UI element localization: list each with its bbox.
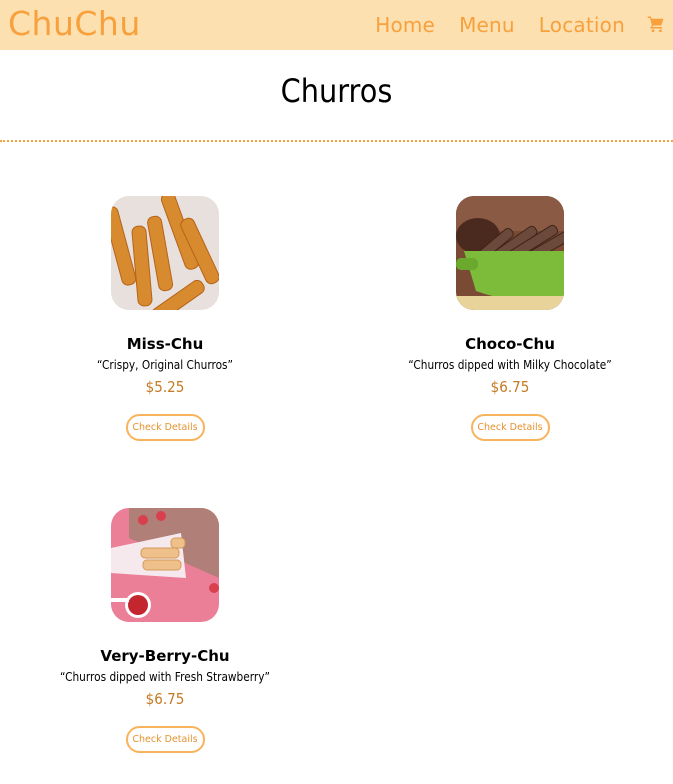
nav-link-home[interactable]: Home bbox=[375, 13, 435, 37]
product-card: Very-Berry-Chu “Churros dipped with Fres… bbox=[0, 508, 330, 753]
product-card: Miss-Chu “Crispy, Original Churros” $5.2… bbox=[0, 196, 330, 441]
product-name: Choco-Chu bbox=[465, 335, 555, 353]
brand-logo[interactable]: ChuChu bbox=[8, 4, 141, 43]
check-details-button[interactable]: Check Details bbox=[125, 726, 205, 753]
product-price: $6.75 bbox=[490, 378, 530, 396]
product-description: “Churros dipped with Fresh Strawberry” bbox=[60, 670, 270, 684]
churros-plain-image[interactable] bbox=[111, 196, 219, 310]
navbar: ChuChu Home Menu Location bbox=[0, 0, 673, 50]
nav-link-location[interactable]: Location bbox=[539, 13, 625, 37]
separator-divider bbox=[0, 140, 673, 142]
nav-link-menu[interactable]: Menu bbox=[459, 13, 515, 37]
product-name: Very-Berry-Chu bbox=[100, 647, 230, 665]
product-card: Choco-Chu “Churros dipped with Milky Cho… bbox=[345, 196, 673, 441]
product-description: “Churros dipped with Milky Chocolate” bbox=[408, 358, 612, 372]
product-description: “Crispy, Original Churros” bbox=[96, 358, 234, 372]
page-title: Churros bbox=[280, 72, 393, 110]
product-price: $6.75 bbox=[145, 690, 185, 708]
check-details-button[interactable]: Check Details bbox=[470, 414, 550, 441]
churros-strawberry-image[interactable] bbox=[111, 508, 219, 622]
product-price: $5.25 bbox=[145, 378, 185, 396]
shopping-cart-icon[interactable] bbox=[647, 15, 665, 33]
product-name: Miss-Chu bbox=[126, 335, 204, 353]
nav-links: Home Menu Location bbox=[375, 0, 673, 50]
churros-chocolate-image[interactable] bbox=[456, 196, 564, 310]
check-details-button[interactable]: Check Details bbox=[125, 414, 205, 441]
